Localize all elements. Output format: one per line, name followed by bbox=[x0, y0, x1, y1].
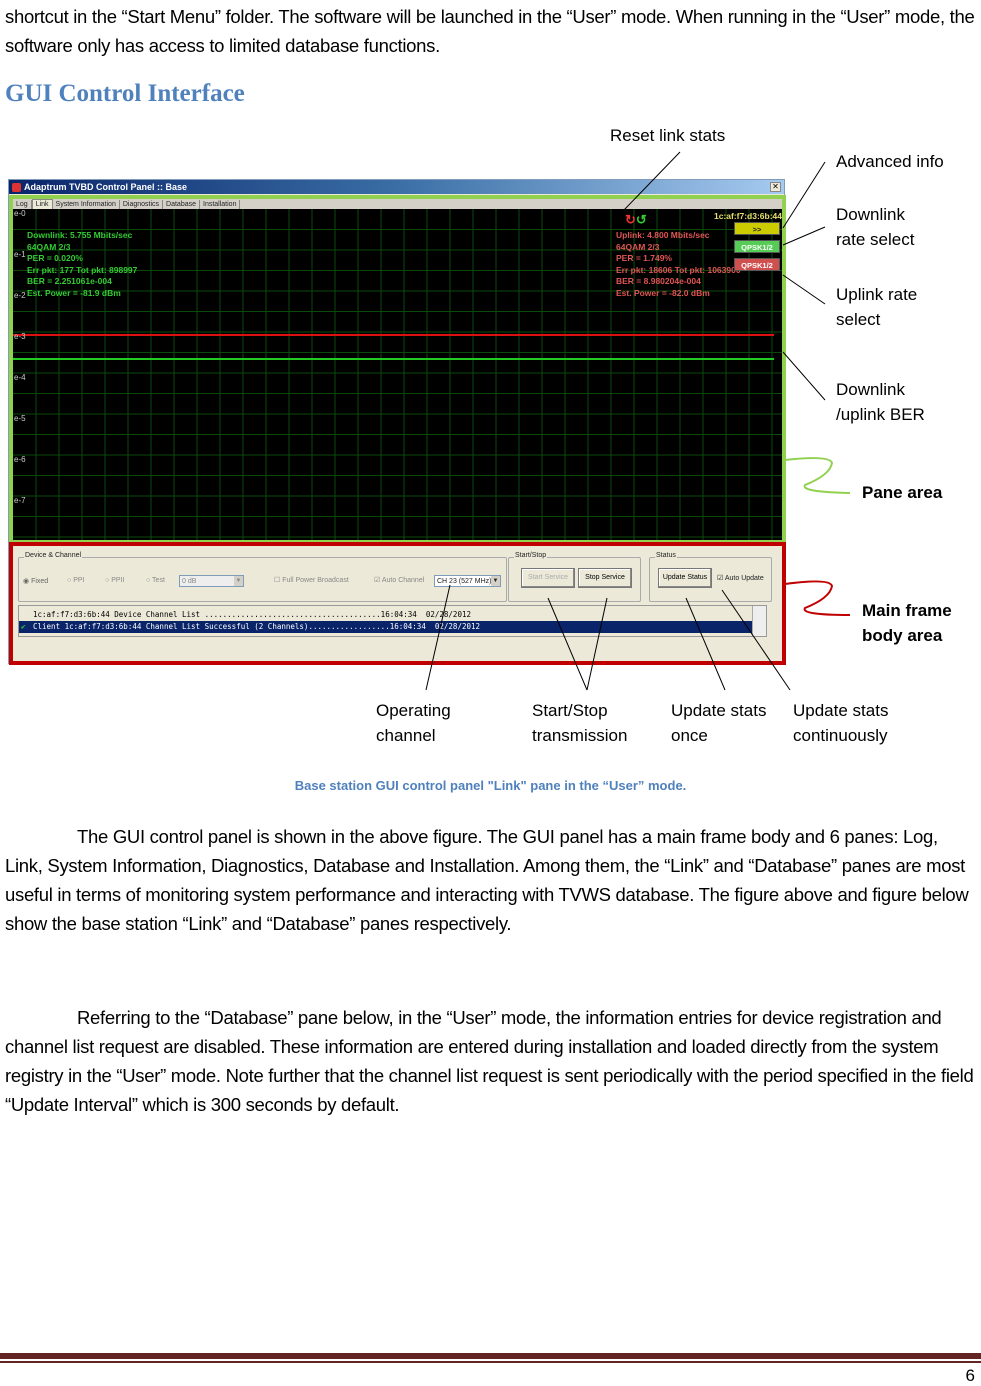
annotation-line: Downlink bbox=[836, 380, 905, 399]
section-heading: GUI Control Interface bbox=[5, 80, 245, 107]
paragraph-1: The GUI control panel is shown in the ab… bbox=[5, 826, 969, 934]
window-title: Adaptrum TVBD Control Panel :: Base bbox=[24, 182, 188, 192]
annotation-line: Start/Stop bbox=[532, 701, 608, 720]
annotation-main-frame: Main frame body area bbox=[862, 598, 952, 648]
annotation-downlink-rate: Downlink rate select bbox=[836, 202, 914, 252]
pane-area-highlight bbox=[9, 195, 786, 544]
annotation-line: /uplink BER bbox=[836, 405, 925, 424]
footer-rule bbox=[0, 1353, 981, 1359]
annotation-operating-channel: Operating channel bbox=[376, 698, 451, 748]
annotation-pane-area: Pane area bbox=[862, 483, 943, 502]
footer-rule-thin bbox=[0, 1361, 981, 1363]
annotation-update-once: Update stats once bbox=[671, 698, 766, 748]
main-frame-squiggle bbox=[784, 580, 851, 616]
arrow-ber bbox=[782, 351, 826, 401]
annotation-line: body area bbox=[862, 626, 943, 645]
annotation-line: continuously bbox=[793, 726, 888, 745]
arrow-uplink-rate bbox=[782, 274, 826, 305]
arrow-downlink-rate bbox=[782, 226, 826, 246]
title-bar: Adaptrum TVBD Control Panel :: Base bbox=[9, 180, 784, 194]
page-number: 6 bbox=[965, 1366, 975, 1385]
app-icon bbox=[12, 182, 21, 192]
annotation-line: channel bbox=[376, 726, 436, 745]
annotation-line: Uplink rate bbox=[836, 285, 918, 304]
annotation-line: Operating bbox=[376, 701, 451, 720]
annotation-line: Downlink bbox=[836, 205, 905, 224]
figure-caption: Base station GUI control panel "Link" pa… bbox=[294, 778, 687, 793]
annotation-line: once bbox=[671, 726, 708, 745]
annotation-line: select bbox=[836, 310, 881, 329]
control-panel-window: Adaptrum TVBD Control Panel :: Base ✕ Lo… bbox=[8, 179, 786, 665]
annotation-reset-link-stats: Reset link stats bbox=[610, 126, 726, 145]
arrow-advanced bbox=[782, 161, 826, 229]
annotation-start-stop: Start/Stop transmission bbox=[532, 698, 627, 748]
main-frame-highlight bbox=[9, 542, 786, 665]
pane-area-squiggle bbox=[784, 457, 851, 494]
annotation-line: transmission bbox=[532, 726, 628, 745]
intro-paragraph: shortcut in the “Start Menu” folder. The… bbox=[5, 6, 975, 56]
annotation-advanced-info: Advanced info bbox=[836, 152, 944, 171]
annotation-line: Main frame bbox=[862, 601, 952, 620]
annotation-update-continuous: Update stats continuously bbox=[793, 698, 888, 748]
paragraph-2: Referring to the “Database” pane below, … bbox=[5, 1007, 974, 1115]
annotation-line: Update stats bbox=[793, 701, 889, 720]
annotation-ber: Downlink/uplink BER bbox=[836, 377, 925, 427]
annotation-line: Update stats bbox=[671, 701, 767, 720]
annotation-line: rate select bbox=[836, 230, 915, 249]
close-button[interactable]: ✕ bbox=[770, 182, 781, 192]
annotation-uplink-rate: Uplink rate select bbox=[836, 282, 917, 332]
